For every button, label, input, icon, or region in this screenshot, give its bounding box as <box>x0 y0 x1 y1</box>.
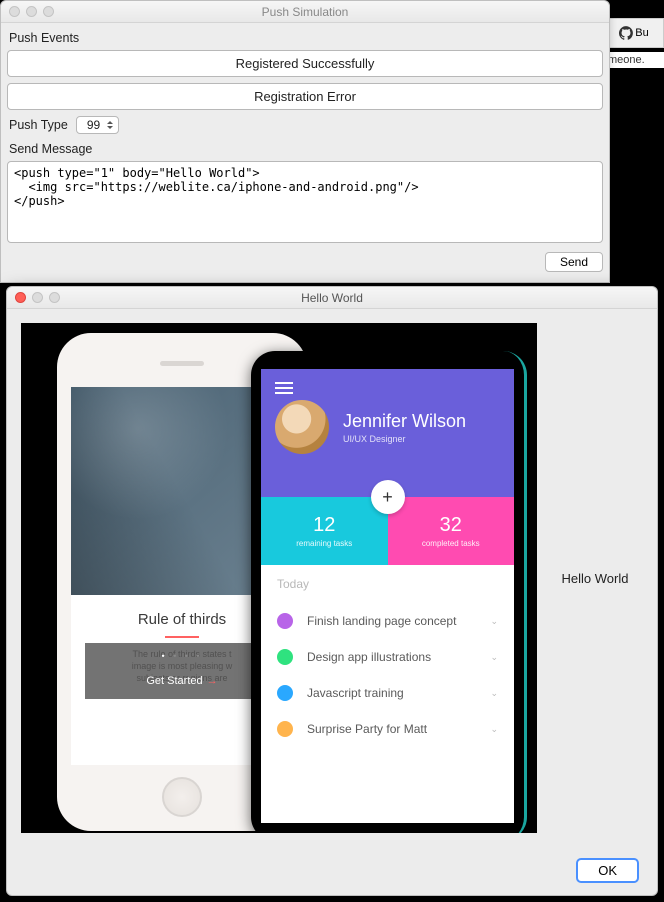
list-item[interactable]: Surprise Party for Matt ⌄ <box>277 711 498 747</box>
user-name: Jennifer Wilson <box>343 411 466 432</box>
push-events-label: Push Events <box>9 31 603 45</box>
bullet-icon <box>277 613 293 629</box>
send-button[interactable]: Send <box>545 252 603 272</box>
browser-url-fragment: meone. <box>604 52 664 68</box>
app-header: Jennifer Wilson UI/UX Designer + <box>261 369 514 497</box>
dialog-body-text: Hello World <box>547 323 643 833</box>
slide-title: Rule of thirds <box>85 611 279 628</box>
window-title: Push Simulation <box>1 5 609 19</box>
list-item-label: Finish landing page concept <box>307 614 456 628</box>
remaining-tasks-stat[interactable]: 12 remaining tasks <box>261 497 388 565</box>
list-item-label: Surprise Party for Matt <box>307 722 427 736</box>
arrow-right-icon: → <box>207 675 218 687</box>
browser-tab-label: Bu <box>635 27 648 39</box>
speaker-icon <box>160 361 204 366</box>
titlebar[interactable]: Push Simulation <box>1 1 609 23</box>
stat-number: 32 <box>440 514 462 537</box>
menu-icon[interactable] <box>275 382 293 394</box>
window-title: Hello World <box>7 291 657 305</box>
push-image: Rule of thirds The rule of thirds states… <box>21 323 537 833</box>
push-simulation-window: Push Simulation Push Events Registered S… <box>0 0 610 283</box>
chevron-down-icon: ⌄ <box>490 724 498 735</box>
stat-caption: remaining tasks <box>296 539 352 548</box>
stat-number: 12 <box>313 514 335 537</box>
android-mockup: Jennifer Wilson UI/UX Designer + 12 rema… <box>251 351 527 833</box>
add-button[interactable]: + <box>371 480 405 514</box>
list-item-label: Design app illustrations <box>307 650 431 664</box>
user-role: UI/UX Designer <box>343 434 466 444</box>
list-section-title: Today <box>277 577 498 591</box>
stat-caption: completed tasks <box>422 539 480 548</box>
bullet-icon <box>277 649 293 665</box>
get-started-button[interactable]: Get Started→ <box>85 675 279 687</box>
bullet-icon <box>277 685 293 701</box>
avatar[interactable] <box>275 400 329 454</box>
push-type-select[interactable]: 99 <box>76 116 119 134</box>
titlebar[interactable]: Hello World <box>7 287 657 309</box>
send-message-label: Send Message <box>9 142 603 156</box>
divider <box>165 636 199 638</box>
chevron-down-icon: ⌄ <box>490 616 498 627</box>
completed-tasks-stat[interactable]: 32 completed tasks <box>388 497 515 565</box>
list-item[interactable]: Javascript training ⌄ <box>277 675 498 711</box>
chevron-down-icon: ⌄ <box>490 652 498 663</box>
pager-dots: • • • • <box>85 651 279 661</box>
hello-world-dialog: Hello World Rule of thirds The rule of t… <box>6 286 658 896</box>
registration-error-button[interactable]: Registration Error <box>7 83 603 110</box>
browser-tab[interactable]: Bu <box>604 18 664 48</box>
chevron-down-icon: ⌄ <box>490 688 498 699</box>
ok-button[interactable]: OK <box>576 858 639 883</box>
list-item[interactable]: Design app illustrations ⌄ <box>277 639 498 675</box>
push-type-label: Push Type <box>9 118 68 132</box>
list-item-label: Javascript training <box>307 686 404 700</box>
list-item[interactable]: Finish landing page concept ⌄ <box>277 603 498 639</box>
home-button[interactable] <box>162 777 202 817</box>
github-icon <box>619 26 633 40</box>
bullet-icon <box>277 721 293 737</box>
registered-successfully-button[interactable]: Registered Successfully <box>7 50 603 77</box>
message-textarea[interactable] <box>7 161 603 243</box>
